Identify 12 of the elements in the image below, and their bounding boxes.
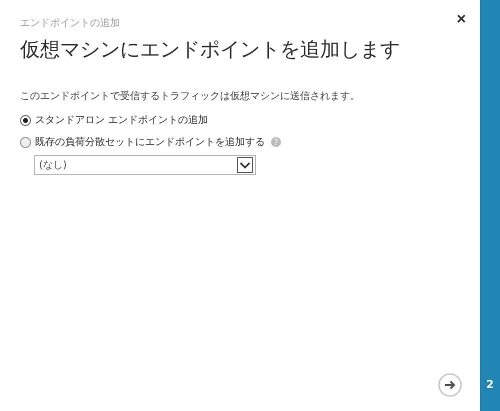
step-number: 2 <box>486 378 494 391</box>
dropdown-field[interactable]: (なし) <box>34 155 256 175</box>
option-label: スタンドアロン エンドポイントの追加 <box>35 114 208 127</box>
chevron-down-icon <box>237 157 253 173</box>
radio-button[interactable] <box>20 136 31 148</box>
dialog-title: 仮想マシンにエンドポイントを追加します <box>20 36 401 63</box>
close-button[interactable]: × <box>456 12 466 28</box>
description-text: このエンドポイントで受信するトラフィックは仮想マシンに送信されます。 <box>20 90 361 103</box>
radio-button[interactable] <box>20 114 31 126</box>
next-arrow-button[interactable] <box>438 373 462 397</box>
option-label: 既存の負荷分散セットにエンドポイントを追加する <box>35 136 265 149</box>
dialog-subtitle: エンドポイントの追加 <box>20 16 120 30</box>
